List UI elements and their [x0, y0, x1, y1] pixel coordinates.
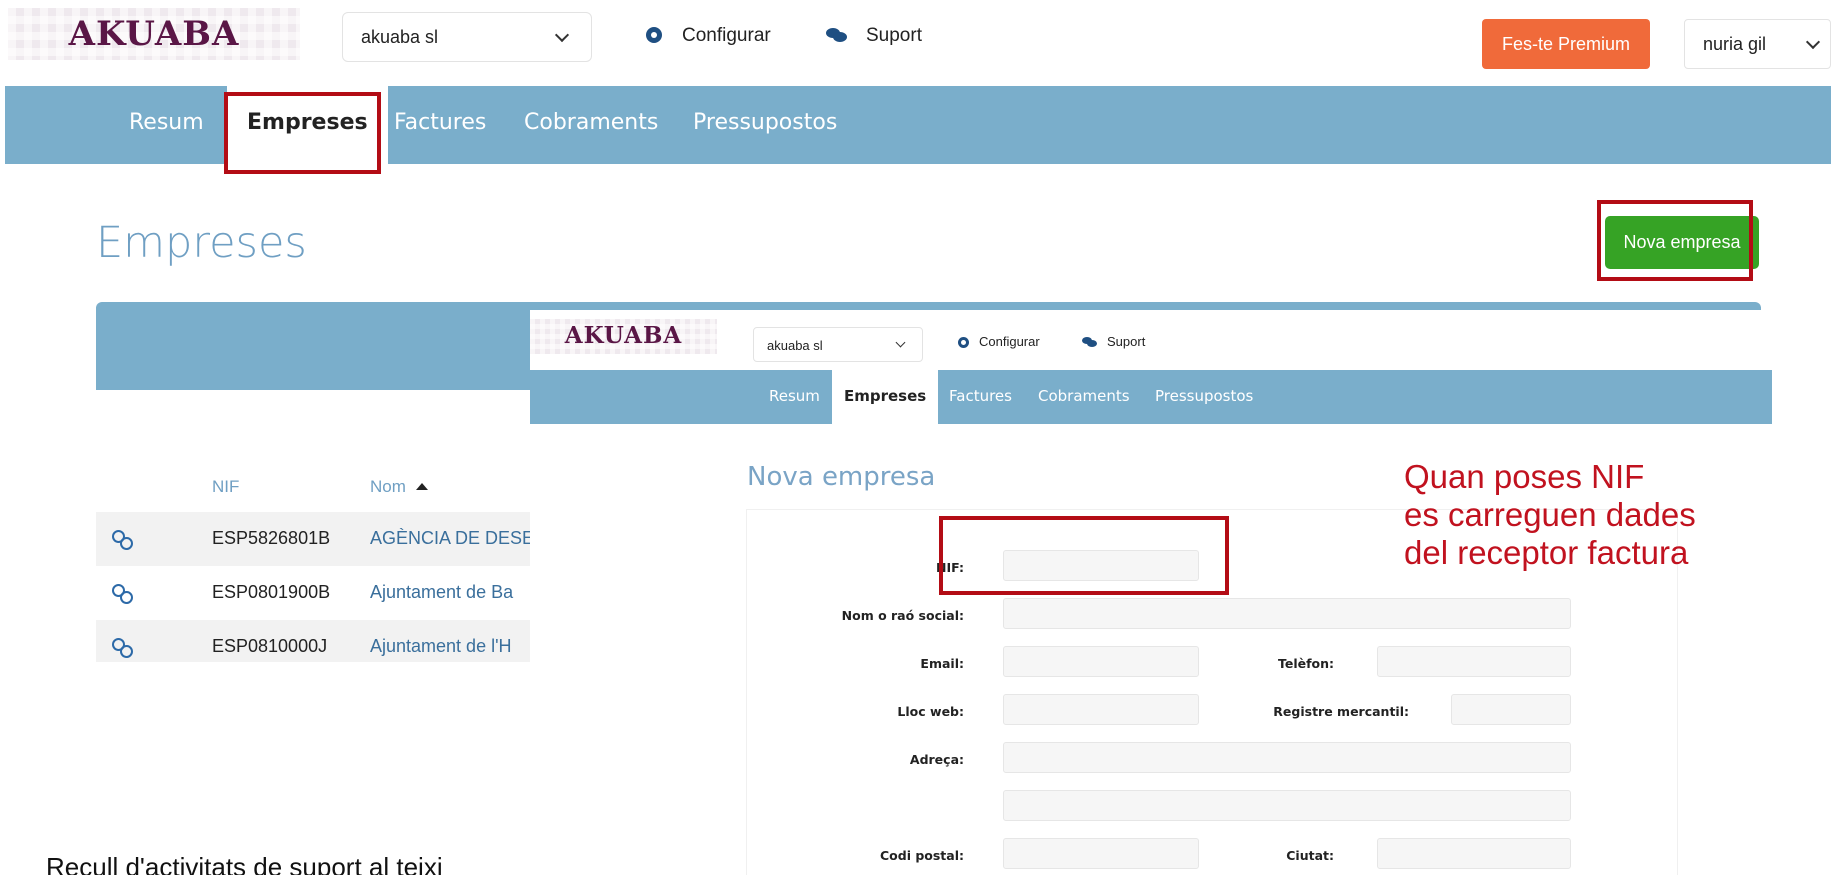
company-select-value: akuaba sl [767, 338, 823, 353]
top-header: AKUABA akuaba sl Configurar Suport Fes-t… [0, 0, 1831, 86]
row-nom[interactable]: AGÈNCIA DE DESE [370, 528, 530, 549]
link-icon[interactable] [112, 584, 133, 604]
codi-postal-label: Codi postal: [879, 848, 964, 863]
configure-link[interactable]: Configurar [958, 334, 1040, 349]
link-icon[interactable] [112, 530, 133, 550]
configure-label: Configurar [682, 25, 771, 46]
nif-field[interactable] [1003, 550, 1199, 581]
ciutat-label: Ciutat: [1286, 848, 1334, 863]
logo-text: AKUABA [564, 322, 683, 349]
row-nif: ESP5826801B [212, 528, 331, 548]
row-nif: ESP0801900B [212, 582, 331, 602]
chevron-down-icon [554, 27, 570, 43]
telefon-field[interactable] [1377, 646, 1571, 677]
company-select[interactable]: akuaba sl [342, 12, 592, 62]
sort-ascending-icon [415, 483, 428, 490]
akuaba-logo[interactable]: AKUABA [8, 8, 300, 60]
main-navbar: Resum Empreses Factures Cobraments Press… [530, 370, 1772, 424]
codi-postal-field[interactable] [1003, 838, 1199, 869]
page-title: Nova empresa [747, 462, 936, 492]
chat-icon [826, 28, 848, 42]
table-row[interactable]: ESP0810000J Ajuntament de l'H [96, 620, 530, 662]
registre-field[interactable] [1451, 694, 1571, 725]
support-label: Suport [1107, 334, 1146, 349]
link-icon[interactable] [112, 638, 133, 658]
table-row[interactable]: ESP0801900B Ajuntament de Ba [96, 566, 530, 620]
tab-cobraments[interactable]: Cobraments [524, 110, 658, 135]
lloc-web-field[interactable] [1003, 694, 1199, 725]
row-nif: ESP0810000J [212, 636, 328, 656]
annotation-text: Quan poses NIF es carreguen dades del re… [1404, 458, 1696, 571]
slide-caption: Recull d'activitats de suport al teixi [46, 852, 443, 875]
logo-text: AKUABA [68, 14, 240, 54]
company-select[interactable]: akuaba sl [753, 327, 923, 362]
nom-field[interactable] [1003, 598, 1571, 629]
user-name: nuria gil [1703, 34, 1767, 54]
support-link[interactable]: Suport [1082, 334, 1145, 349]
gear-icon [958, 337, 969, 348]
row-nom[interactable]: Ajuntament de l'H [370, 636, 530, 657]
chat-icon [1082, 337, 1097, 347]
adreca-label: Adreça: [909, 752, 964, 767]
column-header-nom[interactable]: Nom [370, 477, 428, 497]
row-nom[interactable]: Ajuntament de Ba [370, 582, 530, 603]
configure-label: Configurar [979, 334, 1040, 349]
tab-factures[interactable]: Factures [949, 387, 1012, 405]
email-field[interactable] [1003, 646, 1199, 677]
nom-label: Nom o raó social: [841, 608, 964, 623]
new-company-button[interactable]: Nova empresa [1605, 216, 1759, 269]
main-navbar: Resum Empreses Factures Cobraments Press… [5, 86, 1831, 164]
telefon-label: Telèfon: [1277, 656, 1334, 671]
adreca-line-2-field[interactable] [1003, 790, 1571, 821]
user-select[interactable]: nuria gil [1684, 19, 1831, 69]
tab-pressupostos[interactable]: Pressupostos [693, 110, 837, 135]
premium-button[interactable]: Fes-te Premium [1482, 19, 1650, 69]
tab-resum[interactable]: Resum [129, 110, 204, 135]
tab-pressupostos[interactable]: Pressupostos [1155, 387, 1253, 405]
gear-icon [646, 27, 662, 43]
adreca-field[interactable] [1003, 742, 1571, 773]
email-label: Email: [920, 656, 964, 671]
lloc-web-label: Lloc web: [897, 704, 964, 719]
tab-empreses[interactable]: Empreses [832, 370, 939, 424]
tab-resum[interactable]: Resum [769, 387, 820, 405]
table-row[interactable]: ESP5826801B AGÈNCIA DE DESE [96, 512, 530, 566]
chevron-down-icon [895, 337, 906, 348]
page-title: Empreses [96, 218, 307, 268]
registre-label: Registre mercantil: [1273, 704, 1409, 719]
column-header-nom-label: Nom [370, 477, 406, 496]
nif-label: NIF: [936, 560, 964, 575]
chevron-down-icon [1805, 34, 1821, 50]
ciutat-field[interactable] [1377, 838, 1571, 869]
tab-factures[interactable]: Factures [394, 110, 486, 135]
company-select-value: akuaba sl [361, 27, 439, 47]
configure-link[interactable]: Configurar [646, 25, 771, 47]
column-header-nif[interactable]: NIF [212, 477, 239, 497]
support-link[interactable]: Suport [826, 25, 922, 47]
support-label: Suport [866, 25, 922, 46]
tab-empreses[interactable]: Empreses [227, 86, 388, 164]
tab-cobraments[interactable]: Cobraments [1038, 387, 1130, 405]
new-company-screenshot: AKUABA akuaba sl Configurar Suport Resum… [530, 310, 1772, 875]
akuaba-logo[interactable]: AKUABA [530, 319, 717, 354]
